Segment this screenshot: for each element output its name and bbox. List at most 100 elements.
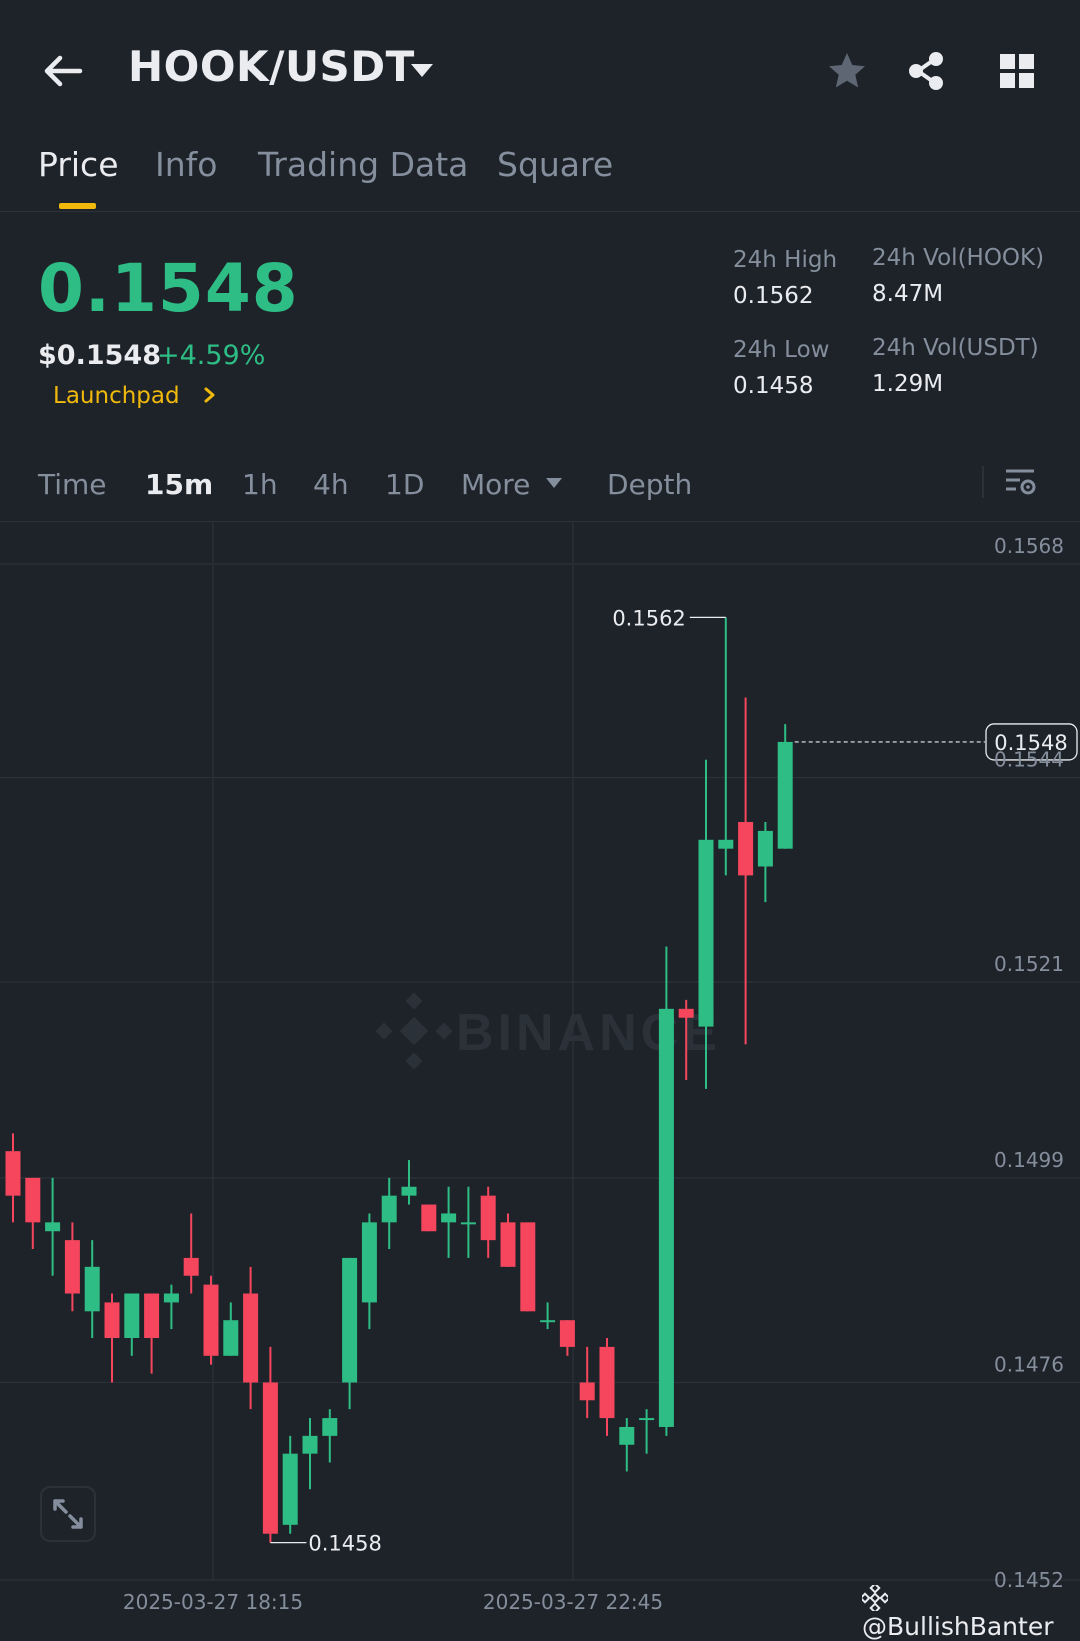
candle-body [45,1222,61,1232]
candle-body [460,1222,476,1225]
tab-square[interactable]: Square [497,145,613,184]
vol-base-value: 8.47M [872,281,944,307]
candle [401,1160,417,1205]
x-tick-label: 2025-03-27 18:15 [123,1590,303,1614]
back-button[interactable] [40,48,86,94]
candle [520,1222,536,1312]
interval-1d[interactable]: 1D [385,468,424,501]
candle [718,617,734,876]
candle [658,946,674,1436]
candle [381,1177,397,1250]
last-price: 0.1548 [38,250,299,327]
user-watermark: @BullishBanter [859,1582,1080,1641]
launchpad-link[interactable]: Launchpad [53,383,217,409]
fiat-price: $0.1548 [38,340,161,371]
candle [599,1338,615,1436]
depth-tab[interactable]: Depth [607,468,692,501]
candle-body [559,1320,575,1347]
tabs-divider [0,211,1080,212]
candle-body [104,1302,120,1338]
high-value: 0.1562 [733,283,814,309]
candle [64,1222,80,1312]
caret-down-icon [411,64,433,77]
candlestick-chart[interactable]: BINANCE 0.15620.14580.1548 0.15680.15440… [0,522,1080,1621]
candle [342,1257,358,1410]
candle-body [500,1222,516,1267]
candle-body [421,1204,437,1232]
candle-body [738,822,754,876]
candle [282,1435,298,1534]
candle [480,1186,496,1258]
star-icon [829,53,865,88]
candle [45,1177,61,1276]
pair-title[interactable]: HOOK/USDT [128,42,415,91]
candle-body [639,1418,655,1421]
binance-logo-icon [859,1582,891,1614]
candle [262,1346,278,1543]
candle [84,1240,100,1338]
candle-body [579,1382,595,1401]
interval-1h[interactable]: 1h [242,468,278,501]
candle-body [361,1222,377,1303]
price-change: +4.59% [157,340,266,371]
y-tick-label: 0.1476 [994,1352,1064,1376]
candle [144,1293,160,1374]
interval-more-label: More [461,468,531,501]
candle-body [777,741,793,849]
y-tick-label: 0.1521 [994,952,1064,976]
candle-body [223,1320,239,1356]
chart-settings-icon [1006,469,1036,495]
candle-body [5,1151,21,1196]
tab-trading-data[interactable]: Trading Data [258,145,468,184]
candle-body [203,1284,219,1356]
candle-body [401,1186,417,1196]
candle [183,1213,199,1294]
candle [322,1409,338,1463]
share-button[interactable] [906,50,948,92]
pair-dropdown[interactable] [409,62,435,80]
interval-time[interactable]: Time [38,468,107,501]
arrow-left-icon [44,55,83,87]
expand-icon [53,1499,83,1529]
favorite-button[interactable] [826,50,868,92]
candle-body [658,1008,674,1427]
tab-info[interactable]: Info [155,145,217,184]
interval-15m[interactable]: 15m [145,468,213,501]
interval-more[interactable]: More [461,468,563,501]
low-label: 24h Low [733,337,830,363]
candle [777,724,793,849]
tab-price[interactable]: Price [38,145,119,184]
candle-body [441,1213,457,1223]
candle [361,1213,377,1330]
candle-body [718,839,734,849]
low-value: 0.1458 [733,373,814,399]
candle-body [678,1008,694,1018]
candle [302,1418,318,1490]
candle-body [342,1257,358,1383]
candle [757,822,773,903]
candle [243,1266,259,1410]
high-marker-label: 0.1562 [612,606,685,630]
expand-chart-button[interactable] [40,1486,96,1542]
candle-body [520,1222,536,1312]
chart-settings-button[interactable] [1004,466,1038,500]
y-tick-label: 0.1568 [994,534,1064,558]
vol-quote-label: 24h Vol(USDT) [872,335,1039,361]
share-icon [909,52,943,90]
candle-body [619,1426,635,1445]
candle-body [282,1453,298,1525]
candle [124,1293,140,1356]
candle-body [243,1293,259,1383]
candle-body [163,1293,179,1303]
grid-icon [1000,54,1034,88]
candle-body [25,1177,41,1223]
grid-menu-button[interactable] [998,52,1036,90]
candle-body [757,830,773,867]
interval-4h[interactable]: 4h [313,468,349,501]
candle [223,1302,239,1356]
candle [421,1204,437,1232]
vol-quote-value: 1.29M [872,371,944,397]
candle-body [262,1382,278,1534]
active-tab-indicator [59,203,96,209]
candle [203,1275,219,1365]
